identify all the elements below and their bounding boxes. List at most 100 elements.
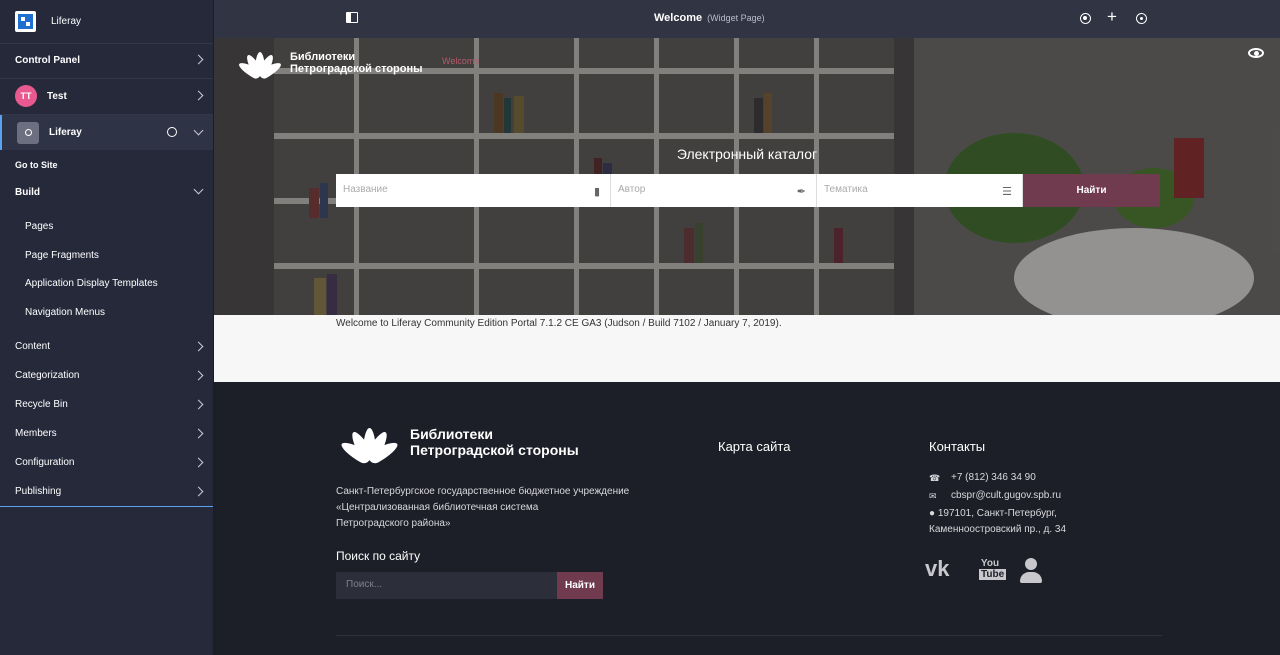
lotus-logo-icon xyxy=(336,422,404,466)
sidebar-item-content[interactable]: Content xyxy=(0,339,213,353)
control-panel-link[interactable]: Control Panel xyxy=(0,50,213,70)
hero-banner: Библиотеки Петроградской стороны Welcome… xyxy=(214,38,1280,315)
site-search-input[interactable]: Поиск... xyxy=(336,572,557,599)
control-menu: Welcome (Widget Page) + xyxy=(214,0,1280,38)
user-menu[interactable]: TT Test xyxy=(0,85,213,107)
description-line: Петроградского района» xyxy=(336,518,451,529)
site-search-form: Поиск... Найти xyxy=(336,572,603,599)
sidebar-item-recycle-bin[interactable]: Recycle Bin xyxy=(0,397,213,411)
contact-phone: ☎ +7 (812) 346 34 90 xyxy=(929,470,1036,486)
welcome-message: Welcome to Liferay Community Edition Por… xyxy=(336,318,782,329)
map-marker-icon: ● xyxy=(929,508,936,519)
site-name: Liferay xyxy=(49,127,82,138)
eye-icon[interactable] xyxy=(1248,48,1264,58)
sidebar-item-navigation-menus[interactable]: Navigation Menus xyxy=(0,305,213,319)
title-field-placeholder: Название xyxy=(343,184,388,195)
page-title-text: Welcome xyxy=(654,12,703,24)
sidebar-item-label: Configuration xyxy=(15,456,75,468)
control-panel-label: Control Panel xyxy=(15,54,81,66)
catalog-title: Электронный каталог xyxy=(676,146,818,162)
site-icon xyxy=(17,121,39,144)
divider xyxy=(0,506,213,507)
chevron-right-icon xyxy=(193,341,204,352)
liferay-logo-icon xyxy=(15,11,36,32)
library-name: Библиотеки Петроградской стороны xyxy=(410,426,579,458)
library-logo[interactable]: Библиотеки Петроградской стороны xyxy=(234,48,423,81)
sidebar-toggle-icon[interactable] xyxy=(346,12,358,23)
feather-icon: ✒ xyxy=(796,186,806,198)
go-to-site-label: Go to Site xyxy=(15,159,58,170)
sitemap-title[interactable]: Карта сайта xyxy=(718,439,790,454)
youtube-icon[interactable]: You Tube xyxy=(979,558,1007,580)
chevron-right-icon xyxy=(193,90,204,101)
build-section[interactable]: Build xyxy=(0,184,213,200)
go-to-site-link[interactable]: Go to Site xyxy=(0,158,213,171)
build-label: Build xyxy=(15,186,40,198)
divider xyxy=(0,43,213,44)
divider xyxy=(0,78,213,79)
catalog-search-button[interactable]: Найти xyxy=(1023,174,1160,207)
sidebar-item-label: Members xyxy=(15,427,57,439)
sidebar-item-label: Publishing xyxy=(15,485,62,497)
author-field-placeholder: Автор xyxy=(618,184,646,195)
address-line: 197101, Санкт-Петербург, xyxy=(937,508,1057,519)
organization-description: Санкт-Петербургское государственное бюдж… xyxy=(336,484,656,532)
contact-address: ● 197101, Санкт-Петербург, Каменноостров… xyxy=(929,506,1066,538)
book-icon: ▮ xyxy=(593,186,600,198)
gear-icon[interactable] xyxy=(1080,13,1091,24)
sidebar-item-label: Application Display Templates xyxy=(25,277,158,289)
page-type-label: (Widget Page) xyxy=(707,13,765,23)
library-name: Библиотеки Петроградской стороны xyxy=(290,51,423,75)
chevron-down-icon xyxy=(193,184,204,195)
catalog-search-form: Название ▮ Автор ✒ Тематика ☰ Найти xyxy=(336,174,1160,207)
library-name-line2: Петроградской стороны xyxy=(290,63,423,75)
library-name-line1: Библиотеки xyxy=(290,51,356,63)
site-footer: Библиотеки Петроградской стороны Санкт-П… xyxy=(214,382,1280,655)
simulation-icon[interactable] xyxy=(1136,13,1147,24)
sidebar-item-label: Navigation Menus xyxy=(25,306,106,318)
description-line: Санкт-Петербургское государственное бюдж… xyxy=(336,486,630,497)
avatar: TT xyxy=(15,85,37,107)
sidebar-item-members[interactable]: Members xyxy=(0,426,213,440)
title-field[interactable]: Название ▮ xyxy=(336,174,611,207)
sidebar-item-label: Categorization xyxy=(15,369,80,381)
sidebar-item-label: Pages xyxy=(25,220,54,232)
description-line: «Централизованная библиотечная система xyxy=(336,502,539,513)
plus-icon[interactable]: + xyxy=(1107,8,1117,25)
sidebar-item-label: Recycle Bin xyxy=(15,398,68,410)
chevron-right-icon xyxy=(193,54,204,65)
library-name-line1: Библиотеки xyxy=(410,426,493,442)
vk-icon[interactable]: vk xyxy=(925,556,949,582)
sidebar-item-application-display-templates[interactable]: Application Display Templates xyxy=(0,276,213,290)
envelope-icon: ✉ xyxy=(929,491,937,501)
site-menu[interactable]: Liferay xyxy=(0,115,213,150)
sidebar-item-page-fragments[interactable]: Page Fragments xyxy=(0,248,213,262)
chevron-right-icon xyxy=(193,370,204,381)
author-field[interactable]: Автор ✒ xyxy=(611,174,817,207)
subject-field[interactable]: Тематика ☰ xyxy=(817,174,1023,207)
sidebar-item-label: Content xyxy=(15,340,51,352)
brand-name: Liferay xyxy=(51,16,82,27)
phone-icon: ☎ xyxy=(929,473,941,483)
compass-icon[interactable] xyxy=(167,127,177,137)
chevron-right-icon xyxy=(193,428,204,439)
address-line: Каменноостровский пр., д. 34 xyxy=(929,524,1067,535)
footer-logo[interactable]: Библиотеки Петроградской стороны xyxy=(336,422,579,466)
page-content: Welcome to Liferay Community Edition Por… xyxy=(214,315,1280,382)
site-page-label: Welcome xyxy=(442,56,480,66)
divider xyxy=(336,635,1162,636)
email-address[interactable]: cbspr@cult.gugov.spb.ru xyxy=(951,488,1061,504)
sidebar-item-configuration[interactable]: Configuration xyxy=(0,455,213,469)
user-icon[interactable] xyxy=(1020,558,1042,584)
chevron-down-icon xyxy=(193,125,204,136)
sidebar-item-pages[interactable]: Pages xyxy=(0,219,213,233)
phone-number[interactable]: +7 (812) 346 34 90 xyxy=(951,470,1036,486)
library-name-line2: Петроградской стороны xyxy=(410,442,579,458)
contact-email: ✉ cbspr@cult.gugov.spb.ru xyxy=(929,488,1061,504)
product-menu: Liferay Control Panel TT Test Liferay Go… xyxy=(0,0,214,655)
sidebar-item-publishing[interactable]: Publishing xyxy=(0,484,213,498)
sidebar-item-label: Page Fragments xyxy=(25,249,99,261)
site-search-title: Поиск по сайту xyxy=(336,549,421,563)
sidebar-item-categorization[interactable]: Categorization xyxy=(0,368,213,382)
site-search-button[interactable]: Найти xyxy=(557,572,603,599)
